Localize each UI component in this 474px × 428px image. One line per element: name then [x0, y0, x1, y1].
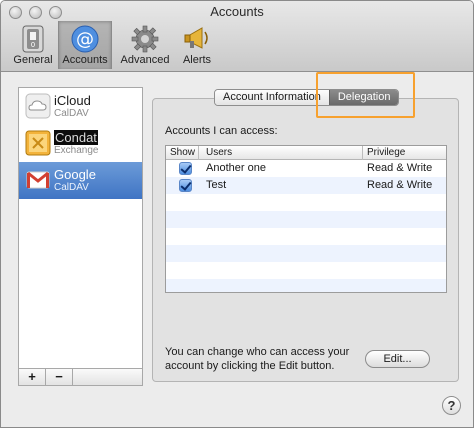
- delegation-tab-highlight: [316, 72, 415, 118]
- table-row[interactable]: Test Read & Write: [166, 177, 446, 194]
- toolbar-alerts-label: Alerts: [182, 54, 212, 66]
- svg-text:0: 0: [31, 41, 35, 49]
- accounts-access-label: Accounts I can access:: [165, 125, 278, 137]
- table-row-empty: [166, 245, 446, 262]
- privilege-cell[interactable]: Read & Write: [367, 179, 432, 191]
- edit-hint-text: You can change who can access your accou…: [165, 346, 350, 372]
- general-switch-icon: 0: [22, 25, 44, 53]
- toolbar-accounts[interactable]: @ Accounts: [58, 21, 112, 69]
- at-sign-icon: @: [71, 25, 99, 53]
- help-button[interactable]: ?: [442, 396, 461, 415]
- table-row-empty: [166, 211, 446, 228]
- table-row[interactable]: Another one Read & Write: [166, 160, 446, 177]
- table-row-empty: [166, 228, 446, 245]
- toolbar-advanced[interactable]: Advanced: [118, 21, 172, 69]
- toolbar-alerts[interactable]: Alerts: [170, 21, 224, 69]
- toolbar-general[interactable]: 0 General: [6, 21, 60, 69]
- account-type: CalDAV: [54, 108, 89, 119]
- window-title: Accounts: [210, 4, 264, 19]
- privilege-cell[interactable]: Read & Write: [367, 162, 432, 174]
- toolbar-advanced-label: Advanced: [120, 54, 170, 66]
- account-type: Exchange: [54, 145, 99, 156]
- column-show[interactable]: Show: [170, 147, 195, 158]
- accounts-list-buttons: + −: [18, 369, 143, 386]
- accounts-window: Accounts 0 General @ Accounts Advanced A…: [0, 0, 474, 428]
- table-header: Show Users Privilege: [166, 146, 446, 160]
- user-cell: Test: [206, 179, 227, 191]
- show-checkbox[interactable]: [179, 179, 192, 192]
- user-cell: Another one: [206, 162, 266, 174]
- table-row-empty: [166, 279, 446, 292]
- gmail-icon: [26, 171, 50, 189]
- accounts-list: iCloud CalDAV Condat Exchange Google Cal…: [18, 87, 143, 369]
- svg-text:@: @: [76, 29, 94, 50]
- icloud-icon: [25, 93, 51, 119]
- column-privilege[interactable]: Privilege: [367, 147, 405, 158]
- delegation-table: Show Users Privilege Another one Read & …: [165, 145, 447, 293]
- show-checkbox[interactable]: [179, 162, 192, 175]
- toolbar: Accounts 0 General @ Accounts Advanced A…: [1, 1, 473, 72]
- remove-account-button[interactable]: −: [46, 369, 73, 385]
- column-users[interactable]: Users: [206, 147, 232, 158]
- toolbar-general-label: General: [13, 54, 53, 66]
- gear-icon: [131, 25, 159, 53]
- edit-button[interactable]: Edit...: [365, 350, 430, 368]
- table-row-empty: [166, 194, 446, 211]
- account-item-condat[interactable]: Condat Exchange: [19, 125, 142, 162]
- account-type: CalDAV: [54, 182, 89, 193]
- add-account-button[interactable]: +: [19, 369, 46, 385]
- account-item-icloud[interactable]: iCloud CalDAV: [19, 88, 142, 125]
- tab-account-information[interactable]: Account Information: [215, 90, 329, 105]
- table-row-empty: [166, 262, 446, 279]
- megaphone-icon: [184, 27, 208, 49]
- toolbar-accounts-label: Accounts: [62, 54, 108, 66]
- account-name: Google: [54, 167, 96, 182]
- exchange-icon: [25, 130, 51, 156]
- account-name: iCloud: [54, 93, 91, 108]
- account-item-google[interactable]: Google CalDAV: [19, 162, 142, 199]
- account-name: Condat: [54, 130, 98, 145]
